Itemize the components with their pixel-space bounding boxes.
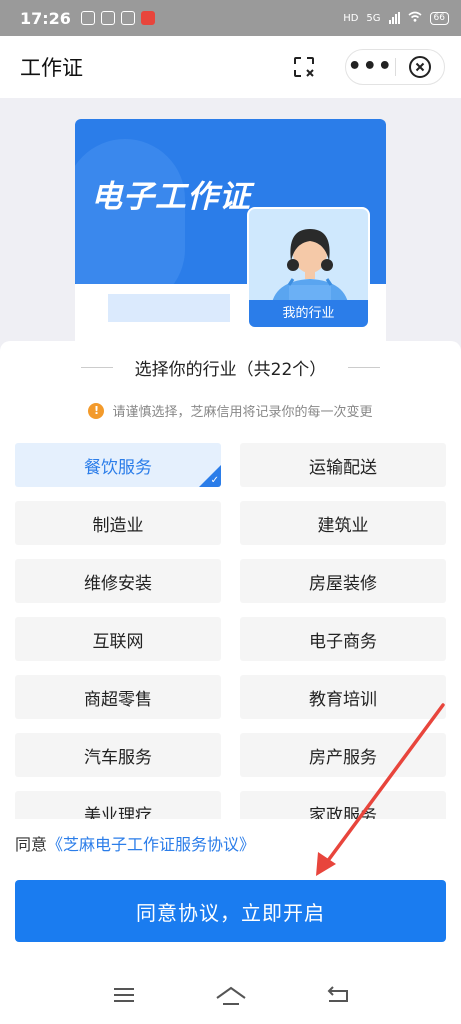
notification-icons [80, 11, 155, 25]
industry-label: 家政服务 [309, 805, 377, 820]
industry-label: 美业理疗 [84, 805, 152, 820]
industry-label: 房屋装修 [309, 573, 377, 594]
industry-option[interactable]: 维修安装 [15, 559, 221, 603]
agreement-prefix: 同意 [15, 835, 48, 854]
app-header: 工作证 ••• [0, 36, 461, 98]
industry-label: 维修安装 [84, 573, 152, 594]
header-actions: ••• [289, 49, 445, 85]
page-title: 工作证 [20, 56, 83, 80]
industry-option[interactable]: 房产服务 [240, 733, 446, 777]
close-icon [408, 56, 431, 78]
status-bar: 17:26 HD 5G 66 [0, 0, 461, 36]
industry-option[interactable]: 餐饮服务 ✓ [15, 443, 221, 487]
avatar-label: 我的行业 [249, 300, 368, 327]
industry-option[interactable]: 美业理疗 [15, 791, 221, 819]
divider-line [80, 367, 113, 368]
industry-label: 互联网 [92, 631, 144, 652]
wifi-icon [408, 11, 422, 25]
industry-option[interactable]: 家政服务 [240, 791, 446, 819]
agreement-line: 同意《芝麻电子工作证服务协议》 [15, 831, 255, 855]
system-nav-bar [0, 965, 461, 1024]
industry-option[interactable]: 运输配送 [240, 443, 446, 487]
menu-icon [113, 987, 134, 1002]
signal-icon [388, 12, 400, 24]
notice-text: 请谨慎选择，芝麻信用将记录你的每一次变更 [112, 405, 373, 420]
industry-label: 运输配送 [309, 457, 377, 478]
notification-icon [80, 11, 95, 25]
scan-button[interactable] [289, 52, 319, 82]
avatar-illustration [271, 229, 349, 309]
status-time: 17:26 [20, 8, 71, 28]
network-label: 5G [366, 12, 381, 24]
status-right: HD 5G 66 [343, 11, 449, 25]
industry-label: 汽车服务 [84, 747, 152, 768]
home-icon [215, 986, 246, 1005]
more-button[interactable]: ••• [346, 49, 395, 85]
industry-option[interactable]: 汽车服务 [15, 733, 221, 777]
section-title-text: 选择你的行业（共22个） [134, 360, 327, 380]
back-button[interactable] [318, 975, 358, 1015]
name-placeholder-bar [108, 294, 230, 322]
agreement-link[interactable]: 《芝麻电子工作证服务协议》 [47, 835, 255, 854]
industry-label: 建筑业 [317, 515, 369, 536]
industry-label: 餐饮服务 [84, 457, 152, 478]
notification-icon [100, 11, 115, 25]
industry-option[interactable]: 电子商务 [240, 617, 446, 661]
scan-icon [294, 57, 314, 77]
check-icon: ✓ [210, 475, 219, 486]
home-button[interactable] [211, 975, 251, 1015]
industry-option[interactable]: 教育培训 [240, 675, 446, 719]
menu-button[interactable] [104, 975, 144, 1015]
battery-icon: 66 [429, 11, 449, 25]
industry-grid: 餐饮服务 ✓ 运输配送 制造业 建筑业 维修安装 房屋装修 互联网 电子商务 商… [15, 443, 446, 819]
industry-option[interactable]: 房屋装修 [240, 559, 446, 603]
industry-label: 商超零售 [84, 689, 152, 710]
industry-list[interactable]: 餐饮服务 ✓ 运输配送 制造业 建筑业 维修安装 房屋装修 互联网 电子商务 商… [15, 443, 446, 819]
industry-sheet: 选择你的行业（共22个） ! 请谨慎选择，芝麻信用将记录你的每一次变更 餐饮服务… [0, 341, 461, 1024]
industry-option[interactable]: 互联网 [15, 617, 221, 661]
warning-icon: ! [88, 402, 105, 419]
industry-label: 房产服务 [309, 747, 377, 768]
section-title: 选择你的行业（共22个） [0, 355, 461, 380]
industry-label: 教育培训 [309, 689, 377, 710]
industry-option[interactable]: 商超零售 [15, 675, 221, 719]
industry-option[interactable]: 建筑业 [240, 501, 446, 545]
mini-program-capsule: ••• [345, 49, 445, 85]
hd-label: HD [343, 12, 359, 24]
industry-label: 电子商务 [309, 631, 377, 652]
card-title: 电子工作证 [91, 179, 251, 215]
avatar-box: 我的行业 [247, 207, 370, 329]
industry-label: 制造业 [92, 515, 144, 536]
divider-line [348, 367, 381, 368]
close-button[interactable] [396, 55, 445, 79]
app-notification-icon [140, 11, 155, 25]
mail-icon [120, 11, 135, 25]
agree-and-start-button[interactable]: 同意协议，立即开启 [15, 880, 446, 942]
industry-option[interactable]: 制造业 [15, 501, 221, 545]
notice: ! 请谨慎选择，芝麻信用将记录你的每一次变更 [0, 401, 461, 420]
back-icon [327, 985, 348, 1002]
